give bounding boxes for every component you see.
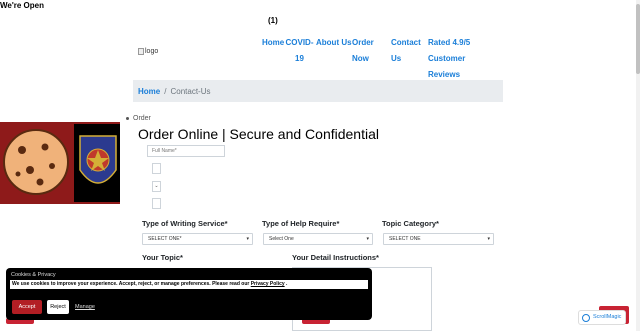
help-require-label: Type of Help Require* <box>262 219 340 228</box>
chevron-down-icon: ▾ <box>366 236 369 242</box>
help-require-select[interactable]: Select One ▾ <box>263 233 373 245</box>
cookie-accept-button[interactable]: Accept <box>12 300 42 314</box>
page-title: Order Online | Secure and Confidential <box>138 126 379 142</box>
writing-service-value: SELECT ONE* <box>148 236 182 242</box>
open-status-text: We're Open <box>0 1 44 10</box>
cookie-consent-banner: Cookies & Privacy We use cookies to impr… <box>6 268 372 320</box>
nav-home[interactable]: Home <box>262 35 284 83</box>
help-require-value: Select One <box>269 236 294 242</box>
site-logo[interactable]: logo <box>138 48 158 55</box>
nav-about[interactable]: About Us <box>316 35 352 83</box>
scrollmagic-logo-icon <box>582 314 590 322</box>
cookie-banner-text: We use cookies to improve your experienc… <box>10 280 368 289</box>
topic-category-select[interactable]: SELECT ONE ▾ <box>383 233 494 245</box>
breadcrumb-separator: / <box>164 86 167 96</box>
form-field-small-2[interactable] <box>152 198 161 209</box>
sidebar-list-item-order[interactable]: Order <box>126 115 151 122</box>
nav-covid[interactable]: COVID-19 <box>283 35 316 83</box>
cookie-banner-title: Cookies & Privacy <box>11 272 56 278</box>
privacy-policy-link[interactable]: Privacy Policy <box>251 281 285 287</box>
breadcrumb: Home / Contact-Us <box>133 80 503 102</box>
page-scrollbar[interactable] <box>636 0 640 331</box>
scrollmagic-badge[interactable]: ScrollMagic <box>578 310 626 325</box>
scrollbar-thumb[interactable] <box>636 4 640 74</box>
cookie-manage-link[interactable]: Manage <box>75 304 95 310</box>
scrollmagic-badge-text: ScrollMagic <box>593 314 622 320</box>
topic-category-value: SELECT ONE <box>389 236 421 242</box>
nav-order-now[interactable]: Order Now <box>352 35 386 83</box>
writing-service-label: Type of Writing Service* <box>142 219 228 228</box>
broken-image-icon <box>138 48 144 55</box>
emblem-icon <box>79 135 117 184</box>
sidebar-list-label: Order <box>133 115 151 122</box>
chevron-down-icon: ▾ <box>246 236 249 242</box>
breadcrumb-current: Contact-Us <box>170 86 211 96</box>
main-nav: Home COVID-19 About Us Order Now Contact… <box>262 35 476 83</box>
your-topic-label: Your Topic* <box>142 253 183 262</box>
nav-rated-reviews[interactable]: Rated 4.9/5 Customer Reviews <box>428 35 476 83</box>
full-name-input[interactable]: Full Name* <box>147 145 225 157</box>
writing-service-select[interactable]: SELECT ONE* ▾ <box>142 233 253 245</box>
bullet-icon <box>126 117 129 120</box>
nav-contact[interactable]: Contact Us <box>391 35 425 83</box>
cart-count[interactable]: (1) <box>268 16 278 25</box>
chevron-down-icon: ▾ <box>487 236 490 242</box>
topic-category-label: Topic Category* <box>382 219 439 228</box>
cookie-icon <box>3 129 69 195</box>
cookie-reject-button[interactable]: Reject <box>47 300 69 314</box>
breadcrumb-home-link[interactable]: Home <box>138 87 160 96</box>
promo-image <box>0 122 120 204</box>
logo-alt-text: logo <box>145 48 159 55</box>
detail-instructions-label: Your Detail Instructions* <box>292 253 379 262</box>
form-dropdown-small[interactable]: ⌄ <box>152 181 161 192</box>
cookie-banner-message: We use cookies to improve your experienc… <box>12 281 250 287</box>
form-field-small-1[interactable] <box>152 163 161 174</box>
